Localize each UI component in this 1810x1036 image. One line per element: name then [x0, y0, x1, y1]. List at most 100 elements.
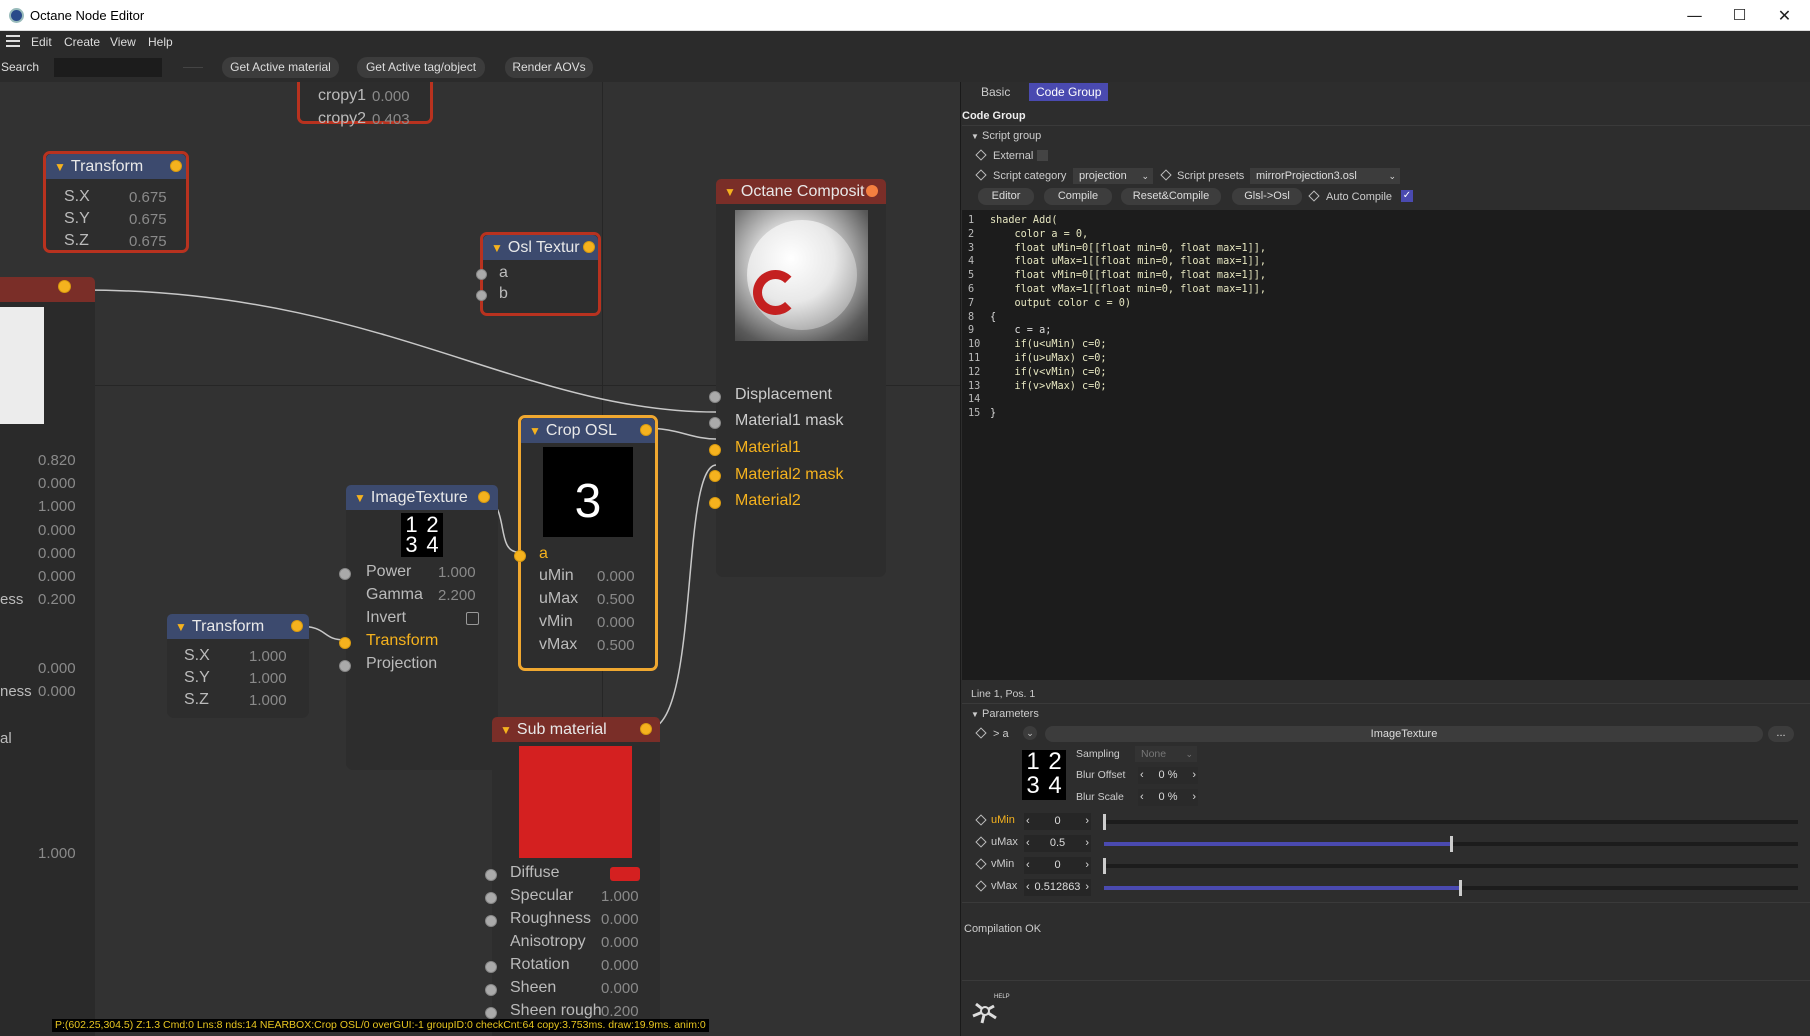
slider-track[interactable] — [1104, 880, 1798, 896]
slider-value-spinner[interactable]: ‹ 0 › — [1024, 857, 1091, 874]
partial-node-left[interactable] — [0, 277, 95, 1036]
invert-checkbox[interactable] — [466, 612, 479, 625]
param-value[interactable]: 0.000 — [597, 614, 635, 631]
param-value[interactable]: 1.000 — [249, 692, 287, 709]
blur-offset-spinner[interactable]: ‹ 0 % › — [1138, 767, 1198, 784]
param-value[interactable]: 1.000 — [438, 564, 476, 581]
script-group-toggle[interactable]: ▼ Script group — [971, 130, 1041, 142]
param-value[interactable]: 0.500 — [597, 637, 635, 654]
input-port[interactable] — [709, 417, 721, 429]
param-value[interactable]: 0.000 — [601, 911, 639, 928]
more-button[interactable]: ... — [1768, 726, 1794, 742]
menu-create[interactable]: Create — [64, 35, 100, 49]
keyframe-diamond-icon[interactable] — [975, 727, 987, 739]
param-value[interactable]: 0.200 — [601, 1003, 639, 1020]
input-port[interactable] — [709, 391, 721, 403]
input-port[interactable] — [485, 961, 497, 973]
auto-compile-checkbox[interactable]: ✓ — [1401, 190, 1413, 202]
input-port[interactable] — [485, 984, 497, 996]
chevron-left-icon[interactable]: ‹ — [1026, 857, 1030, 874]
chevron-right-icon[interactable]: › — [1085, 879, 1089, 896]
input-port[interactable] — [476, 290, 487, 301]
chevron-right-icon[interactable]: › — [1192, 767, 1196, 784]
minimize-button[interactable]: — — [1672, 0, 1717, 31]
param-value[interactable]: 0.000 — [597, 568, 635, 585]
param-value[interactable]: 0.000 — [601, 957, 639, 974]
input-port[interactable] — [709, 497, 721, 509]
chevron-left-icon[interactable]: ‹ — [1026, 879, 1030, 896]
code-line[interactable]: 1 shader Add( — [968, 215, 1057, 226]
collapse-icon[interactable]: ▼ — [54, 160, 66, 174]
chevron-right-icon[interactable]: › — [1085, 835, 1089, 852]
input-port[interactable] — [485, 915, 497, 927]
chevron-left-icon[interactable]: ‹ — [1140, 767, 1144, 784]
tab-basic[interactable]: Basic — [974, 83, 1017, 101]
slider-handle[interactable] — [1450, 836, 1453, 852]
input-port[interactable] — [339, 637, 351, 649]
keyframe-diamond-icon[interactable] — [975, 880, 987, 892]
script-category-dropdown[interactable]: projection ⌄ — [1073, 168, 1153, 184]
keyframe-diamond-icon[interactable] — [1160, 169, 1172, 181]
input-port[interactable] — [339, 568, 351, 580]
external-checkbox[interactable] — [1037, 150, 1048, 161]
input-port[interactable] — [339, 660, 351, 672]
param-value[interactable]: 1.000 — [249, 670, 287, 687]
output-port[interactable] — [583, 241, 595, 253]
help-icon[interactable]: HELP — [968, 994, 1010, 1028]
close-button[interactable]: ✕ — [1762, 0, 1807, 31]
blur-scale-spinner[interactable]: ‹ 0 % › — [1138, 789, 1198, 806]
input-port[interactable] — [514, 550, 526, 562]
collapse-icon[interactable]: ▼ — [175, 620, 187, 634]
script-presets-dropdown[interactable]: mirrorProjection3.osl ⌄ — [1250, 168, 1400, 184]
diffuse-color-swatch[interactable] — [610, 867, 640, 881]
slider-track[interactable] — [1104, 836, 1798, 852]
keyframe-diamond-icon[interactable] — [975, 836, 987, 848]
collapse-icon[interactable]: ▼ — [529, 424, 541, 438]
compile-button[interactable]: Compile — [1044, 188, 1112, 205]
crop-node-top[interactable]: cropy1 0.000 cropy2 0.403 — [297, 82, 433, 128]
input-port[interactable] — [476, 269, 487, 280]
chevron-left-icon[interactable]: ‹ — [1026, 835, 1030, 852]
param-value[interactable]: 0.500 — [597, 591, 635, 608]
collapse-icon[interactable]: ▼ — [491, 241, 503, 255]
output-port[interactable] — [640, 424, 652, 436]
slider-value-spinner[interactable]: ‹ 0 › — [1024, 813, 1091, 830]
slider-value-spinner[interactable]: ‹ 0.5 › — [1024, 835, 1091, 852]
code-line[interactable]: 11 if(u>uMax) c=0; — [968, 353, 1107, 364]
param-value[interactable]: 2.200 — [438, 587, 476, 604]
param-value[interactable]: 1.000 — [249, 648, 287, 665]
param-value[interactable]: 0.675 — [129, 211, 167, 228]
slider-track[interactable] — [1103, 858, 1798, 874]
menu-view[interactable]: View — [110, 35, 136, 49]
get-active-material-button[interactable]: Get Active material — [222, 57, 339, 78]
reset-compile-button[interactable]: Reset&Compile — [1121, 188, 1221, 205]
output-port[interactable] — [478, 491, 490, 503]
osl-texture-node[interactable]: ▼ Osl Textur a b — [476, 232, 601, 316]
code-line[interactable]: 6 float vMax=1[[float min=0, float max=1… — [968, 284, 1266, 295]
parameters-toggle[interactable]: ▼ Parameters — [971, 708, 1039, 720]
input-port[interactable] — [709, 470, 721, 482]
code-line[interactable]: 8{ — [968, 312, 996, 323]
keyframe-diamond-icon[interactable] — [975, 858, 987, 870]
output-port[interactable] — [58, 280, 71, 293]
chevron-right-icon[interactable]: › — [1192, 789, 1196, 806]
hamburger-menu-icon[interactable] — [6, 35, 20, 47]
code-editor[interactable]: 1 shader Add(2 color a = 0, 3 float uMin=0… — [962, 210, 1810, 680]
param-a-toggle[interactable]: > a — [993, 728, 1009, 740]
maximize-button[interactable]: ☐ — [1717, 0, 1762, 31]
input-port[interactable] — [485, 1007, 497, 1019]
code-line[interactable]: 10 if(u<uMin) c=0; — [968, 339, 1107, 350]
code-line[interactable]: 15} — [968, 408, 996, 419]
collapse-icon[interactable]: ▼ — [354, 491, 366, 505]
input-port[interactable] — [485, 869, 497, 881]
chevron-right-icon[interactable]: › — [1085, 813, 1089, 830]
param-value[interactable]: 0.675 — [129, 189, 167, 206]
output-port[interactable] — [291, 620, 303, 632]
code-line[interactable]: 12 if(v<vMin) c=0; — [968, 367, 1107, 378]
input-port[interactable] — [485, 892, 497, 904]
param-value[interactable]: 0.000 — [601, 980, 639, 997]
code-line[interactable]: 2 color a = 0, — [968, 229, 1088, 240]
octane-composite-node[interactable]: ▼ Octane Composit Displacement Material1 … — [709, 179, 886, 577]
transform-node-1[interactable]: ▼ Transform S.X 0.675 S.Y 0.675 S.Z 0.675 — [43, 151, 189, 253]
keyframe-diamond-icon[interactable] — [1308, 190, 1320, 202]
